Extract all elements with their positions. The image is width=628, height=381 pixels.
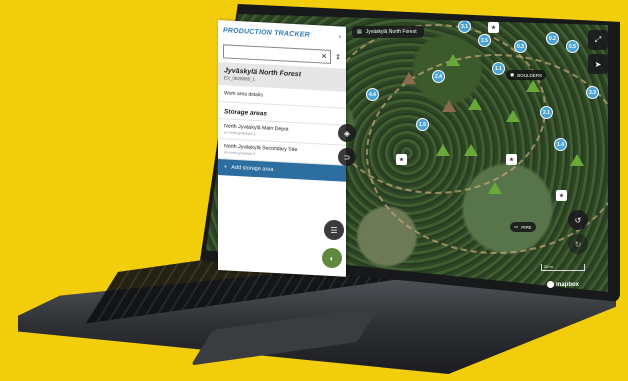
map-marker-circle[interactable]: 3.5	[478, 34, 491, 47]
pipe-text: PIPE	[521, 224, 532, 230]
map-marker-star[interactable]: ★	[506, 154, 517, 165]
map-marker-circle[interactable]: 2.1	[540, 106, 553, 119]
pipe-icon: ▭	[514, 224, 519, 229]
map-scale-bar: 20 m	[541, 264, 585, 271]
undo-icon[interactable]: ↺	[568, 210, 588, 230]
mapbox-logo: mapbox	[547, 281, 579, 288]
map-marker-tree[interactable]	[402, 72, 416, 84]
map-marker-tree[interactable]	[570, 154, 584, 166]
filter-sliders-icon[interactable]: ☰	[324, 220, 344, 240]
map-marker-circle[interactable]: 0.5	[566, 40, 579, 53]
map-marker-circle[interactable]: 4.4	[366, 88, 379, 101]
map-marker-tree[interactable]	[442, 100, 456, 112]
marker-value: 0.2	[549, 35, 556, 42]
map-marker-circle[interactable]: 0.3	[514, 40, 527, 53]
boulders-text: BOULDERS	[517, 72, 543, 78]
marker-value: 0.3	[517, 43, 524, 50]
marker-value: 3.3	[589, 89, 596, 96]
marker-value: 2.1	[543, 109, 550, 116]
marker-value: 1.5	[419, 121, 426, 128]
mapbox-wordmark: mapbox	[556, 281, 580, 288]
basemap-toggle-icon[interactable]: ◐	[322, 248, 342, 268]
map-marker-tree[interactable]	[506, 110, 520, 122]
area-tooltip: ▤ Jyväskylä North Forest	[352, 26, 424, 38]
map-marker-circle[interactable]: 3.3	[586, 86, 599, 99]
map-marker-circle[interactable]: 3.1	[458, 20, 471, 33]
marker-value: 1.1	[495, 65, 502, 72]
mapbox-mark-icon	[547, 281, 554, 288]
marker-value: 2.4	[435, 73, 442, 80]
lasso-icon[interactable]: ⊃	[338, 148, 356, 166]
marker-value: 3.5	[481, 37, 488, 44]
marker-value: 0.5	[569, 43, 576, 50]
map-marker-star[interactable]: ★	[556, 190, 567, 201]
marker-value: 1.4	[557, 141, 564, 148]
layers-icon[interactable]: ◈	[338, 124, 356, 142]
map-marker-star[interactable]: ★	[396, 154, 407, 165]
fullscreen-icon[interactable]: ⤢	[588, 30, 608, 50]
map-marker-circle[interactable]: 1.4	[554, 138, 567, 151]
tooltip-text: Jyväskylä North Forest	[365, 29, 417, 35]
marker-value: 3.1	[461, 23, 468, 30]
redo-icon[interactable]: ↻	[568, 234, 588, 254]
map-marker-tree[interactable]	[464, 144, 478, 156]
sidebar-panel: PRODUCTION TRACKER ‹ ✕ ⇕ Jyväskylä North…	[218, 20, 346, 277]
marker-value: 4.4	[369, 91, 376, 98]
map-marker-tree[interactable]	[446, 54, 460, 66]
map-marker-circle[interactable]: 0.2	[546, 32, 559, 45]
document-icon: ▤	[357, 29, 362, 35]
map-marker-tree[interactable]	[468, 98, 482, 110]
boulders-label[interactable]: ▣ BOULDERS	[506, 70, 547, 80]
map-marker-tree[interactable]	[488, 182, 502, 194]
plus-icon: +	[224, 164, 228, 171]
app-title: PRODUCTION TRACKER	[223, 26, 310, 39]
trail-path	[326, 24, 546, 194]
sort-icon[interactable]: ⇕	[335, 53, 341, 61]
close-icon[interactable]: ✕	[321, 52, 327, 60]
map-marker-tree[interactable]	[436, 144, 450, 156]
map-marker-circle[interactable]: 2.4	[432, 70, 445, 83]
add-storage-label: Add storage area	[231, 164, 274, 173]
map-marker-circle[interactable]: 1.5	[416, 118, 429, 131]
map-marker-tree[interactable]	[526, 80, 540, 92]
search-input[interactable]: ✕	[223, 44, 332, 64]
pipe-label[interactable]: ▭ PIPE	[510, 222, 536, 232]
boulders-icon: ▣	[510, 72, 515, 77]
map-marker-star[interactable]: ★	[488, 22, 499, 33]
navigate-icon[interactable]: ➤	[588, 54, 608, 74]
chevron-left-icon[interactable]: ‹	[339, 33, 341, 40]
map-marker-circle[interactable]: 1.1	[492, 62, 505, 75]
